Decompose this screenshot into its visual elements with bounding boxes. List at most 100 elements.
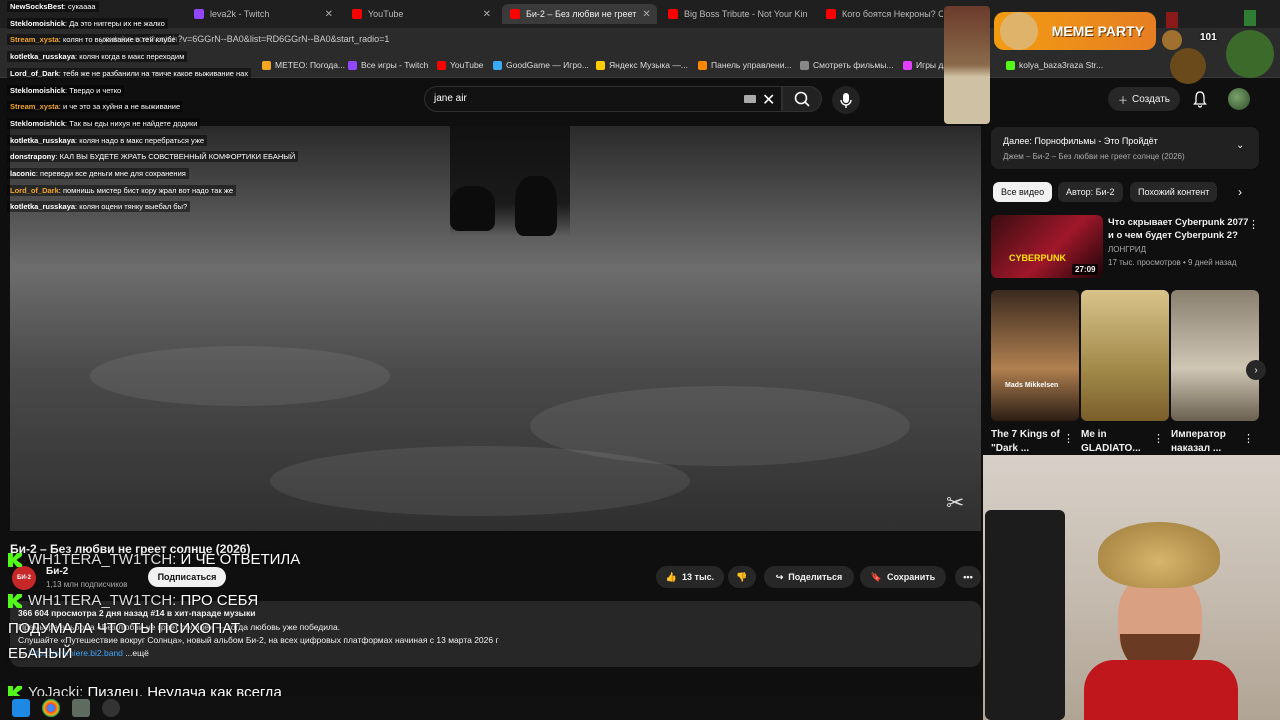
chip-all-videos[interactable]: Все видео [993, 182, 1053, 202]
browser-tab[interactable]: leva2k - Twitch ✕ [186, 4, 341, 24]
recommendation-title[interactable]: Что скрывает Cyberpunk 2077 и о чем буде… [1108, 216, 1250, 242]
share-button[interactable]: ↪ Поделиться [764, 566, 854, 588]
chevron-right-icon[interactable]: › [1246, 360, 1266, 380]
chat-user: Lord_of_Dark [10, 185, 59, 195]
chat-message: помнишь мистер бист кору жрал вот надо т… [62, 185, 234, 195]
save-button[interactable]: 🔖 Сохранить [860, 566, 946, 588]
chat-line: Stream_xysta: и че это за хуйня а не выж… [7, 101, 184, 113]
search-button[interactable] [782, 86, 822, 112]
browser-tab[interactable]: Big Boss Tribute - Not Your Kin ✕ [660, 4, 815, 24]
kick-icon [1006, 60, 1015, 70]
tab-label: leva2k - Twitch [210, 9, 270, 19]
miniplayer-icon[interactable]: ✂ [946, 490, 964, 516]
tab-label: Кого боятся Некроны? Спой [842, 9, 943, 19]
chat-user: laconic [10, 169, 36, 178]
short-thumbnail[interactable]: Mads Mikkelsen [991, 290, 1079, 421]
bookmark-icon [262, 60, 271, 70]
short-title[interactable]: Император наказал ... [1171, 428, 1243, 456]
big-chat-message: WH1TERA_TW1TCH: И ЧЕ ОТВЕТИЛА [8, 551, 300, 568]
chat-line: kotletka_russkaya: колян надо в макс пер… [7, 134, 208, 146]
chrome-icon[interactable] [42, 699, 60, 717]
search-query: jane air [434, 93, 467, 104]
share-label: Поделиться [788, 572, 843, 582]
close-icon[interactable]: ✕ [814, 9, 815, 20]
video-puddle [90, 346, 390, 406]
chevron-down-icon[interactable]: ⌄ [1236, 140, 1244, 151]
show-more-button[interactable]: ...ещё [125, 648, 149, 658]
mix-title: Далее: Порнофильмы - Это Пройдёт [1003, 136, 1158, 146]
bookmark[interactable]: Все игры - Twitch [348, 60, 428, 70]
channel-avatar[interactable]: БИ-2 [12, 566, 36, 590]
video-stats: 366 604 просмотра 2 дня назад #14 в хит-… [18, 608, 256, 618]
like-button[interactable]: 👍 13 тыс. [656, 566, 724, 588]
more-vertical-icon[interactable]: ⋮ [1063, 432, 1074, 445]
chat-line: kotletka_russkaya: колян оцени тянку вые… [7, 201, 191, 213]
kick-icon [8, 553, 22, 568]
bookmark-label: Яндекс Музыка —... [609, 60, 688, 70]
save-label: Сохранить [887, 572, 936, 582]
bookmark[interactable]: METEO: Погода... [262, 60, 345, 70]
bookmark-label: GoodGame — Игро... [506, 60, 589, 70]
chat-message: сукаааа [67, 2, 96, 11]
chevron-right-icon[interactable]: › [1238, 185, 1242, 199]
create-button[interactable]: ＋ Создать [1108, 87, 1180, 111]
youtube-icon [437, 60, 446, 70]
close-icon[interactable]: ✕ [642, 9, 650, 20]
short-title[interactable]: The 7 Kings of "Dark ... [991, 428, 1063, 456]
close-icon[interactable]: ✕ [483, 9, 491, 20]
chat-message: и че это за хуйня а не выживание [62, 102, 181, 112]
close-icon[interactable]: ✕ [325, 9, 333, 20]
keyboard-icon[interactable] [744, 95, 756, 103]
webcam-shirt [1084, 660, 1238, 720]
more-vertical-icon[interactable]: ⋮ [1248, 218, 1259, 231]
avatar[interactable] [1228, 88, 1250, 110]
chat-line: NewSocksBest: сукаааа [7, 1, 99, 12]
voice-search-button[interactable] [832, 86, 860, 114]
bookmark[interactable]: Смотреть фильмы... [800, 60, 893, 70]
chat-message: переведи все деньги мне для сохранения [40, 169, 186, 178]
chat-user: Lord_of_Dark [10, 68, 59, 78]
app-icon[interactable] [72, 699, 90, 717]
browser-tab[interactable]: YouTube ✕ [344, 4, 499, 24]
search-input[interactable] [424, 86, 782, 112]
dislike-button[interactable]: 👎 [728, 566, 756, 588]
bookmark[interactable]: kolya_baza3raza Str... [1006, 60, 1103, 70]
thumbs-down-icon: 👎 [736, 571, 748, 582]
short-title[interactable]: Me in GLADIATO... [1081, 428, 1153, 456]
bookmark-label: Панель управлени... [711, 60, 792, 70]
browser-tab[interactable]: Кого боятся Некроны? Спой [818, 4, 943, 24]
mix-panel[interactable] [991, 127, 1259, 169]
bell-icon[interactable] [1192, 90, 1208, 108]
youtube-icon [668, 9, 678, 19]
bookmark[interactable]: GoodGame — Игро... [493, 60, 589, 70]
chat-message: ПОДУМАЛА ЧТО ТЫ ПСИХОПАТ [8, 620, 241, 637]
short-thumbnail[interactable] [1171, 290, 1259, 421]
bookmark-icon: 🔖 [870, 571, 882, 582]
chat-user: WH1TERA_TW1TCH: [28, 551, 177, 568]
microphone-icon [840, 93, 852, 108]
bookmark[interactable]: Яндекс Музыка —... [596, 60, 688, 70]
chat-user: Stream_xysta [10, 102, 59, 112]
recommendation-channel[interactable]: ЛОНГРИД [1108, 245, 1146, 254]
short-thumbnail[interactable] [1081, 290, 1169, 421]
bookmark[interactable]: YouTube [437, 60, 483, 70]
chip-author[interactable]: Автор: Би-2 [1058, 182, 1123, 202]
more-vertical-icon[interactable]: ⋮ [1243, 432, 1254, 445]
windows-start-icon[interactable] [12, 699, 30, 717]
chip-related[interactable]: Похожий контент [1130, 182, 1218, 202]
medal-count: 101 [1200, 32, 1217, 43]
chat-user: kotletka_russkaya [10, 135, 76, 145]
obs-icon[interactable] [102, 699, 120, 717]
more-actions-button[interactable]: ••• [955, 566, 981, 588]
chat-line: Lord_of_Dark: помнишь мистер бист кору ж… [7, 184, 237, 196]
more-vertical-icon[interactable]: ⋮ [1153, 432, 1164, 445]
big-chat-message: ЕБАНЫЙ [8, 645, 72, 662]
bookmark[interactable]: Панель управлени... [698, 60, 792, 70]
chat-message: колян надо в макс перебраться уже [79, 135, 205, 145]
browser-tab-active[interactable]: Би-2 – Без любви не греет ✕ [502, 4, 657, 24]
chat-line: Steklomoishick: Твердо и четко [7, 84, 125, 96]
clear-icon[interactable]: ✕ [762, 90, 775, 110]
subscribe-button[interactable]: Подписаться [148, 567, 226, 587]
chat-user: Steklomoishick [10, 18, 66, 28]
webcam-straw-hat [1098, 522, 1220, 588]
